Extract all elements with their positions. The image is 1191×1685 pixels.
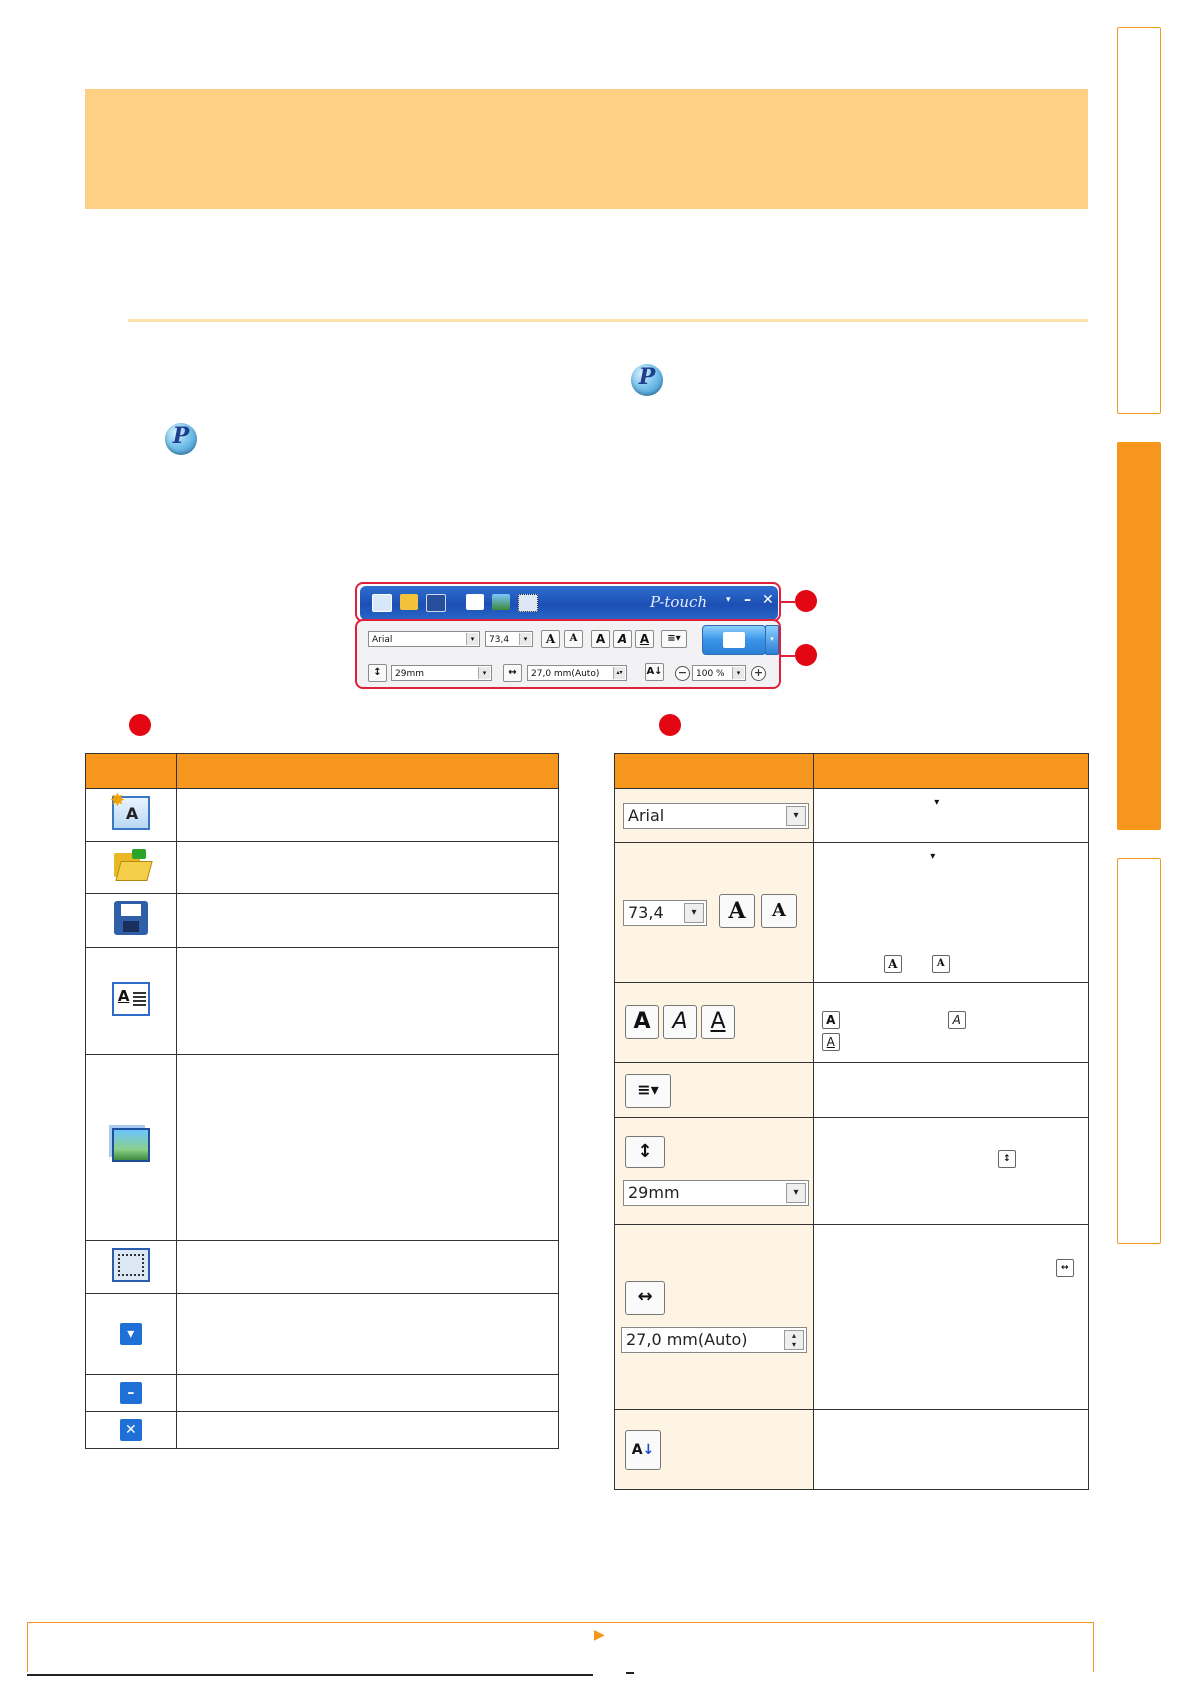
bold-icon: A: [625, 1005, 659, 1039]
editor-property-bar: Arial ▾ 73,4 ▾ A A A A A ≡▾ ▾ ↕ 29mm ▾ ↔ 27…: [355, 619, 781, 689]
side-tab-2[interactable]: [1117, 442, 1161, 830]
table-row: [85, 947, 560, 1055]
shrink-font-icon: A: [761, 894, 797, 928]
width-spinner-value: 27,0 mm(Auto): [626, 1330, 748, 1349]
table-row: ↕ 29mm ▾ ↕: [614, 1117, 1090, 1225]
width-spinner: 27,0 mm(Auto) ▴ ▾: [621, 1327, 807, 1353]
underline-button[interactable]: A: [635, 630, 654, 648]
zoom-field-value: 100 %: [696, 669, 725, 679]
side-tab-1[interactable]: [1117, 27, 1161, 414]
height-icon: ↕: [625, 1136, 665, 1168]
table-row: ≡▾: [614, 1062, 1090, 1118]
zoom-field[interactable]: 100 % ▾: [692, 665, 746, 681]
close-icon: ✕: [119, 1419, 142, 1441]
footer-rule: [27, 1674, 593, 1676]
italic-button[interactable]: A: [613, 630, 632, 648]
section-divider: [128, 319, 1088, 322]
footer-tick: [626, 1672, 634, 1674]
table-header-row: [85, 753, 560, 789]
width-icon: ↔: [503, 664, 522, 682]
table-row: A A A A A A: [614, 982, 1090, 1063]
width-icon: ↔: [1055, 1259, 1074, 1277]
vertical-text-icon: A↓: [625, 1430, 661, 1470]
print-button[interactable]: [702, 625, 766, 655]
shrink-font-icon: A: [931, 955, 950, 973]
table-row: [85, 893, 560, 948]
height-combo: 29mm ▾: [623, 1180, 809, 1206]
table-row: A↓: [614, 1409, 1090, 1490]
new-layout-icon: [110, 790, 150, 830]
size-combo: 73,4 ▾: [623, 900, 707, 926]
table-row: ✕: [85, 1411, 560, 1449]
font-combo: Arial ▾: [623, 803, 809, 829]
italic-icon: A: [947, 1011, 966, 1029]
header-band: [85, 89, 1088, 209]
font-field-value: Arial: [372, 635, 393, 645]
property-bar-table: Arial ▾ ▾ 73,4 ▾ A A ▾ A A A A A A A A ≡▾: [614, 753, 1090, 1490]
minimize-icon: –: [119, 1382, 142, 1404]
table-row: [85, 1240, 560, 1294]
align-icon: ≡▾: [625, 1074, 671, 1108]
font-field[interactable]: Arial ▾: [368, 631, 480, 647]
p-touch-icon: P: [631, 364, 663, 396]
p-touch-icon: P: [165, 423, 197, 455]
callout-marker-2: [795, 644, 817, 666]
callout-line-2: [781, 655, 795, 657]
grow-font-button[interactable]: A: [541, 630, 560, 648]
side-tab-3[interactable]: [1117, 858, 1161, 1244]
shrink-font-button[interactable]: A: [564, 630, 583, 648]
size-field-value: 73,4: [489, 635, 510, 645]
insert-image-icon: [111, 1128, 150, 1162]
grow-font-icon: A: [883, 955, 902, 973]
footer-frame: [27, 1622, 1094, 1672]
table-row: [85, 1054, 560, 1241]
bold-icon: A: [821, 1011, 840, 1029]
width-icon: ↔: [625, 1281, 665, 1315]
callout-marker-1: [795, 590, 817, 612]
grow-font-icon: A: [719, 894, 755, 928]
dropdown-arrow-icon: ▾: [923, 849, 942, 867]
zoom-out-icon[interactable]: −: [675, 666, 690, 681]
table-marker-1: [129, 714, 151, 736]
align-button[interactable]: ≡▾: [661, 630, 687, 648]
callout-frame-1: [355, 582, 781, 622]
size-field[interactable]: 73,4 ▾: [485, 631, 533, 647]
underline-icon: A: [701, 1005, 735, 1039]
table-row: [85, 841, 560, 894]
title-bar-table: ▾ – ✕: [85, 753, 560, 1449]
size-combo-value: 73,4: [628, 903, 664, 922]
menu-dropdown-icon: ▾: [119, 1323, 142, 1345]
height-field[interactable]: 29mm ▾: [391, 665, 492, 681]
height-icon: ↕: [368, 664, 387, 682]
save-icon: [113, 901, 148, 935]
table-row: 73,4 ▾ A A ▾ A A: [614, 842, 1090, 983]
table-row: –: [85, 1374, 560, 1412]
open-icon: [112, 849, 153, 881]
print-options-dropdown[interactable]: ▾: [765, 625, 779, 655]
width-field[interactable]: 27,0 mm(Auto) ▴▾: [527, 665, 627, 681]
height-combo-value: 29mm: [628, 1183, 680, 1202]
table-row: [85, 788, 560, 842]
bold-button[interactable]: A: [591, 630, 610, 648]
table-marker-2: [659, 714, 681, 736]
underline-icon: A: [821, 1033, 840, 1051]
dropdown-arrow-icon: ▾: [927, 795, 946, 813]
callout-line-1: [781, 601, 795, 603]
font-combo-value: Arial: [628, 806, 665, 825]
insert-text-icon: [111, 981, 150, 1016]
insert-frame-icon: [111, 1247, 150, 1282]
height-field-value: 29mm: [395, 669, 424, 679]
table-row: ↔ 27,0 mm(Auto) ▴ ▾ ↔: [614, 1224, 1090, 1410]
width-field-value: 27,0 mm(Auto): [531, 669, 600, 679]
table-row: ▾: [85, 1293, 560, 1375]
table-row: Arial ▾ ▾: [614, 788, 1090, 843]
italic-icon: A: [663, 1005, 697, 1039]
next-page-arrow-icon[interactable]: ▶: [594, 1627, 605, 1643]
height-icon: ↕: [997, 1150, 1016, 1168]
vertical-text-icon[interactable]: A↓: [645, 663, 664, 681]
table-header-row: [614, 753, 1090, 789]
zoom-in-icon[interactable]: +: [751, 666, 766, 681]
